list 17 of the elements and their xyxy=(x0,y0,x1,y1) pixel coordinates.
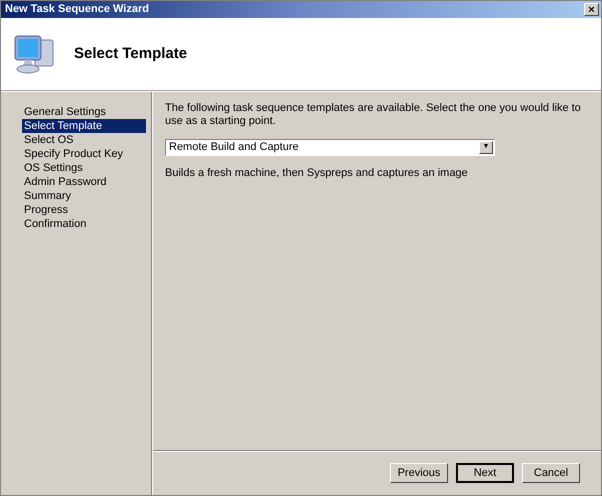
wizard-step[interactable]: Select Template xyxy=(22,119,146,133)
instruction-text: The following task sequence templates are available. Select the one you would like to use as a starting point. xyxy=(165,102,582,128)
wizard-button[interactable]: Cancel xyxy=(522,463,580,483)
wizard-step[interactable]: Confirmation xyxy=(22,217,146,231)
page-title: Select Template xyxy=(74,44,188,64)
wizard-button[interactable]: Next xyxy=(456,463,514,483)
wizard-button[interactable]: Previous xyxy=(390,463,448,483)
window-title: New Task Sequence Wizard xyxy=(5,2,149,18)
wizard-step[interactable]: Progress xyxy=(22,203,146,217)
wizard-step[interactable]: Specify Product Key xyxy=(22,147,146,161)
template-description: Builds a fresh machine, then Syspreps and captures an image xyxy=(165,166,469,181)
wizard-step[interactable]: OS Settings xyxy=(22,161,146,175)
wizard-step[interactable]: Select OS xyxy=(22,133,146,147)
close-button[interactable]: × xyxy=(584,3,599,16)
wizard-step[interactable]: General Settings xyxy=(22,105,146,119)
wizard-step[interactable]: Summary xyxy=(22,189,146,203)
wizard-step[interactable]: Admin Password xyxy=(22,175,146,189)
